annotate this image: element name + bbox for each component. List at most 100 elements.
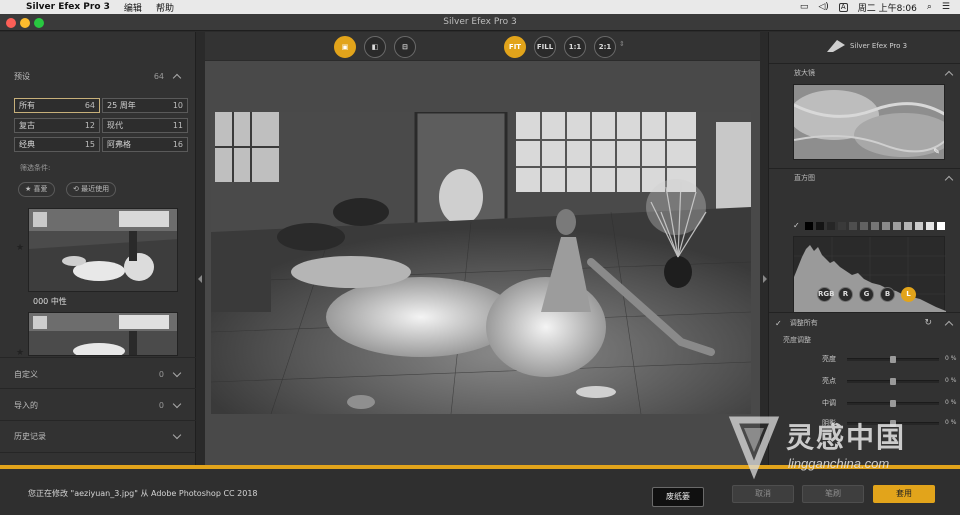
zone-swatch[interactable] bbox=[860, 222, 868, 230]
category-agfa[interactable]: 阿弗格 16 bbox=[102, 137, 188, 152]
slider-track[interactable] bbox=[847, 356, 939, 363]
slider-handle[interactable] bbox=[890, 378, 896, 385]
history-header[interactable]: 历史记录 bbox=[0, 425, 196, 447]
zone-swatch[interactable] bbox=[915, 222, 923, 230]
side-by-side-view-icon[interactable]: ⊟ bbox=[394, 36, 416, 58]
spotlight-search-icon[interactable]: ⌕ bbox=[927, 2, 932, 12]
filter-recent-button[interactable]: ⟲ 最近使用 bbox=[66, 182, 117, 197]
zone-swatch[interactable] bbox=[805, 222, 813, 230]
close-window-button[interactable] bbox=[6, 18, 16, 28]
presets-header[interactable]: 预设 64 bbox=[0, 65, 196, 87]
zone-swatch[interactable] bbox=[937, 222, 945, 230]
chevron-up-icon[interactable] bbox=[944, 68, 954, 78]
zone-swatch[interactable] bbox=[882, 222, 890, 230]
zoom-stepper-icon[interactable]: ⇕ bbox=[619, 40, 625, 48]
presets-count: 64 bbox=[153, 71, 164, 81]
custom-presets-header[interactable]: 自定义 0 bbox=[0, 363, 196, 385]
channel-l-button[interactable]: L bbox=[901, 287, 916, 302]
category-modern[interactable]: 现代 11 bbox=[102, 118, 188, 133]
chevron-down-icon[interactable] bbox=[172, 431, 182, 441]
filter-favorites-button[interactable]: ★ 喜爱 bbox=[18, 182, 55, 197]
zoom-fit-button[interactable]: FIT bbox=[504, 36, 526, 58]
zone-swatch[interactable] bbox=[816, 222, 824, 230]
menu-bar: Silver Efex Pro 3 编辑 帮助 ▭ ◁) A 周二 上午8:06… bbox=[0, 0, 960, 14]
channel-g-button[interactable]: G bbox=[859, 287, 874, 302]
reset-icon[interactable]: ↻ bbox=[924, 318, 932, 328]
slider-handle[interactable] bbox=[890, 400, 896, 407]
menu-extras: ▭ ◁) A 周二 上午8:06 ⌕ ☰ bbox=[800, 1, 960, 14]
histogram-header[interactable]: 直方图 bbox=[769, 171, 960, 185]
input-source-icon[interactable]: A bbox=[838, 2, 848, 12]
adjust-all-check-icon[interactable]: ✓ bbox=[775, 319, 782, 328]
channel-r-button[interactable]: R bbox=[838, 287, 853, 302]
zone-swatch[interactable] bbox=[904, 222, 912, 230]
speaker-icon[interactable]: ◁) bbox=[818, 2, 828, 12]
slider-handle[interactable] bbox=[890, 356, 896, 363]
zone-swatch[interactable] bbox=[827, 222, 835, 230]
loupe-label: 放大镜 bbox=[794, 69, 815, 77]
zone-swatch[interactable] bbox=[838, 222, 846, 230]
zoom-1to1-button[interactable]: 1:1 bbox=[564, 36, 586, 58]
channel-b-button[interactable]: B bbox=[880, 287, 895, 302]
slider-value: 0 % bbox=[945, 355, 957, 362]
star-icon[interactable]: ★ bbox=[16, 243, 24, 253]
adjustments-panel: Silver Efex Pro 3 放大镜 ✎ 直方图 ✓ RGB R G B … bbox=[768, 32, 960, 465]
category-classic[interactable]: 经典 15 bbox=[14, 137, 100, 152]
menubar-clock[interactable]: 周二 上午8:06 bbox=[858, 1, 917, 14]
adjust-all-header[interactable]: ✓ 调整所有 ↻ bbox=[769, 316, 960, 330]
imported-label: 导入的 bbox=[14, 400, 38, 410]
slider-track[interactable] bbox=[847, 400, 939, 407]
filter-recent-label: 最近使用 bbox=[81, 185, 110, 193]
category-count: 16 bbox=[172, 140, 183, 149]
zone-swatch[interactable] bbox=[871, 222, 879, 230]
chevron-up-icon[interactable] bbox=[944, 318, 954, 328]
slider-label: 中调 bbox=[822, 399, 836, 407]
clipping-check-icon[interactable]: ✓ bbox=[793, 221, 800, 230]
pin-icon[interactable]: ✎ bbox=[933, 147, 940, 156]
histogram-label: 直方图 bbox=[794, 174, 815, 182]
channel-rgb-button[interactable]: RGB bbox=[817, 287, 834, 302]
category-label: 现代 bbox=[107, 121, 123, 130]
chevron-down-icon[interactable] bbox=[172, 369, 182, 379]
left-panel-toggle[interactable] bbox=[196, 32, 205, 465]
zone-swatch[interactable] bbox=[926, 222, 934, 230]
zone-swatch[interactable] bbox=[849, 222, 857, 230]
category-all[interactable]: 所有 64 bbox=[14, 98, 100, 113]
collapse-left-icon[interactable] bbox=[198, 275, 202, 283]
custom-count: 0 bbox=[158, 369, 164, 379]
trash-tooltip: 废纸篓 bbox=[652, 487, 704, 507]
loupe-header[interactable]: 放大镜 bbox=[769, 66, 960, 80]
watermark: 灵感中国 lingganchina.com bbox=[722, 408, 958, 502]
preview-image[interactable] bbox=[211, 112, 751, 414]
single-view-icon[interactable]: ▣ bbox=[334, 36, 356, 58]
split-view-icon[interactable]: ◧ bbox=[364, 36, 386, 58]
zoom-fill-button[interactable]: FILL bbox=[534, 36, 556, 58]
chevron-up-icon[interactable] bbox=[944, 173, 954, 183]
category-count: 10 bbox=[172, 101, 183, 110]
collapse-right-icon[interactable] bbox=[763, 275, 767, 283]
menu-edit[interactable]: 编辑 bbox=[124, 1, 142, 14]
category-25th-anniversary[interactable]: 25 周年 10 bbox=[102, 98, 188, 113]
minimize-window-button[interactable] bbox=[20, 18, 30, 28]
slider-value: 0 % bbox=[945, 377, 957, 384]
preset-thumbnail[interactable] bbox=[28, 208, 178, 292]
slider-label: 亮度 bbox=[822, 355, 836, 363]
menu-help[interactable]: 帮助 bbox=[156, 1, 174, 14]
preset-thumbnail[interactable] bbox=[28, 312, 178, 356]
category-count: 12 bbox=[84, 121, 95, 130]
category-label: 所有 bbox=[19, 101, 35, 110]
loupe-preview[interactable]: ✎ bbox=[793, 84, 945, 160]
zoom-2to1-button[interactable]: 2:1 bbox=[594, 36, 616, 58]
slider-label: 亮点 bbox=[822, 377, 836, 385]
notification-center-icon[interactable]: ☰ bbox=[942, 2, 950, 12]
imported-presets-header[interactable]: 导入的 0 bbox=[0, 394, 196, 416]
menu-app-name[interactable]: Silver Efex Pro 3 bbox=[26, 2, 110, 12]
zoom-window-button[interactable] bbox=[34, 18, 44, 28]
chevron-up-icon[interactable] bbox=[172, 71, 182, 81]
category-vintage[interactable]: 复古 12 bbox=[14, 118, 100, 133]
chevron-down-icon[interactable] bbox=[172, 400, 182, 410]
slider-track[interactable] bbox=[847, 378, 939, 385]
zone-swatch[interactable] bbox=[893, 222, 901, 230]
display-mirror-icon[interactable]: ▭ bbox=[800, 2, 809, 12]
watermark-brand: 灵感中国 bbox=[786, 421, 907, 454]
